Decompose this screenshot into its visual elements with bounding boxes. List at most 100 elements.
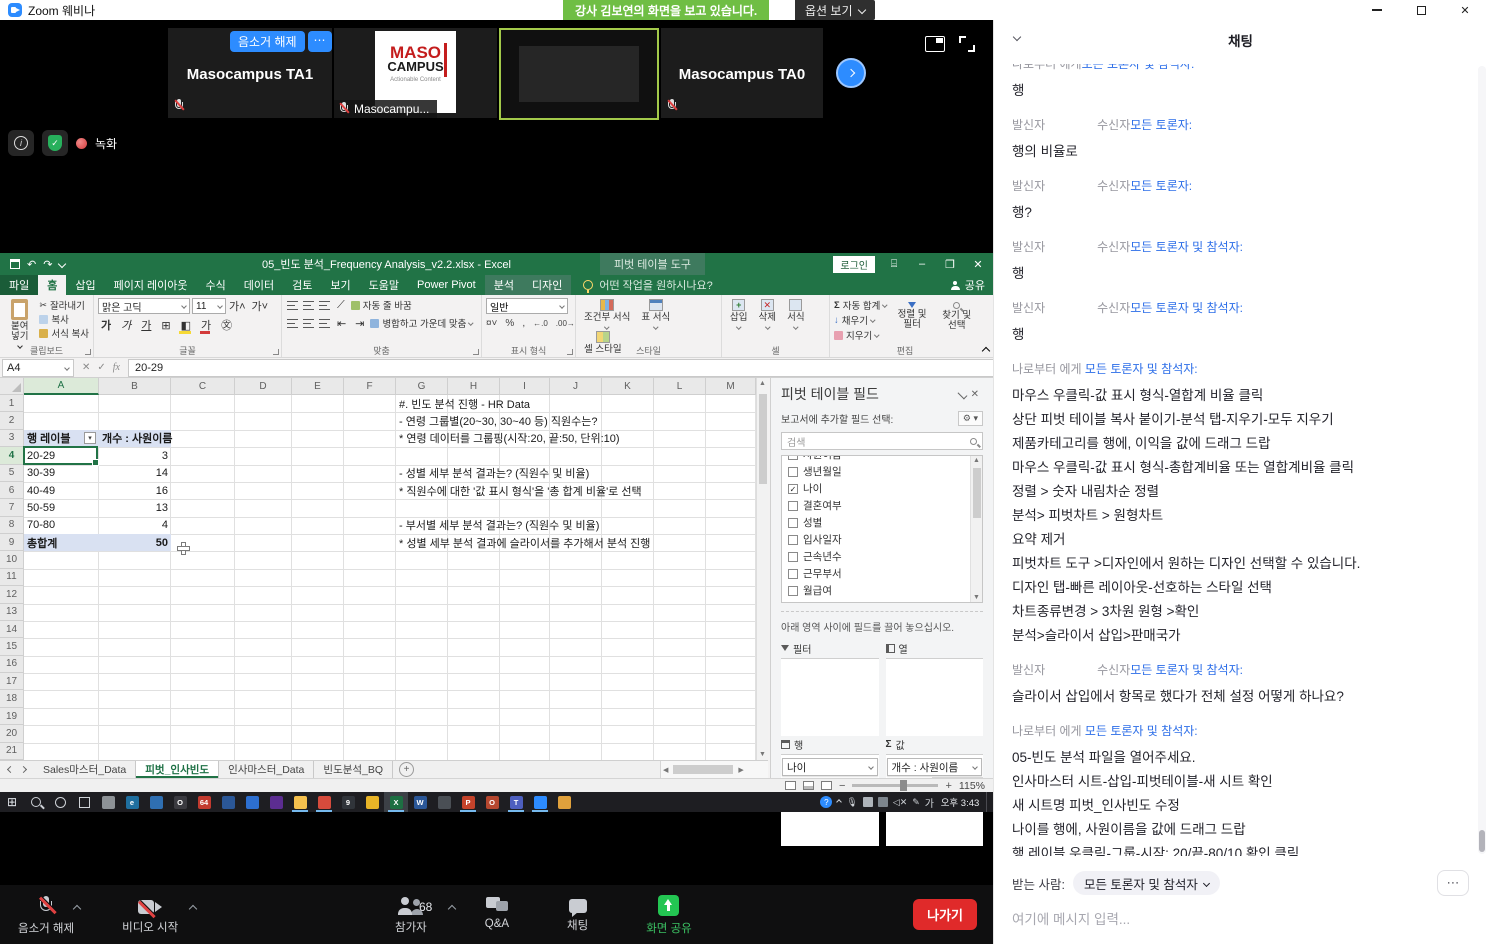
scrollbar-thumb[interactable] (759, 394, 767, 484)
dialog-launcher-icon[interactable] (273, 349, 279, 355)
increase-decimal-button[interactable]: ←.0 (533, 319, 548, 328)
tray-expand-icon[interactable] (837, 799, 843, 805)
tab-design[interactable]: 디자인 (523, 275, 571, 295)
undo-icon[interactable]: ↶ (27, 258, 36, 271)
taskbar-app-app-gray[interactable] (96, 792, 120, 812)
taskbar-app-app-blue-sq[interactable] (528, 792, 552, 812)
orientation-button[interactable]: ⟋ (334, 299, 348, 312)
pivot-row-label[interactable]: 30-39 (24, 465, 99, 482)
field-checkbox-결혼여부[interactable] (788, 501, 798, 511)
participants-chevron-icon[interactable] (448, 904, 456, 912)
field-checkbox-나이[interactable]: ✓ (788, 484, 798, 494)
dialog-launcher-icon[interactable] (567, 349, 573, 355)
tab-home[interactable]: 홈 (38, 275, 66, 295)
collapse-chat-icon[interactable] (1013, 33, 1021, 41)
field-checkbox-월급여[interactable] (788, 586, 798, 596)
tab-review[interactable]: 검토 (283, 275, 321, 295)
scroll-right-icon[interactable]: ▶ (736, 766, 745, 774)
qa-button[interactable]: Q&A (475, 894, 519, 930)
pivot-row-label[interactable]: 40-49 (24, 482, 99, 499)
page-break-view-icon[interactable] (821, 781, 832, 790)
taskbar-app-opera[interactable]: O (168, 792, 192, 812)
maximize-button[interactable] (1399, 0, 1443, 20)
align-center-icon[interactable] (303, 319, 314, 328)
grow-font-button[interactable]: 가˄ (226, 298, 249, 314)
font-color-button[interactable]: 가 (198, 317, 214, 333)
pivot-row-label[interactable]: 20-29 (24, 447, 99, 464)
comma-style-button[interactable]: , (522, 318, 525, 329)
field-search-input[interactable]: 검색 (781, 432, 983, 450)
column-header-I[interactable]: I (500, 378, 550, 395)
column-header-C[interactable]: C (171, 378, 235, 395)
align-bottom-icon[interactable] (319, 301, 330, 310)
show-desktop-button[interactable] (986, 792, 990, 812)
field-item-사원이름[interactable]: 사원이름 (784, 455, 980, 463)
bold-button[interactable]: 가 (98, 317, 114, 333)
rows-field-chip[interactable]: 나이 (782, 758, 878, 776)
delete-cells-button[interactable]: ✕삭제 (755, 298, 780, 330)
scroll-up-icon[interactable]: ▲ (759, 380, 766, 387)
next-sheet-icon[interactable] (20, 766, 27, 773)
tile-more-button[interactable]: ⋯ (308, 31, 332, 52)
row-header-10[interactable]: 10 (0, 551, 24, 568)
excel-minimize-button[interactable]: – (913, 258, 931, 270)
dialog-launcher-icon[interactable] (85, 349, 91, 355)
percent-style-button[interactable]: % (505, 318, 514, 329)
ribbon-display-icon[interactable]: ⌸ (885, 258, 903, 271)
fill-color-button[interactable]: ◧ (178, 319, 194, 332)
sign-in-button[interactable]: 로그인 (833, 256, 875, 273)
column-header-M[interactable]: M (706, 378, 756, 395)
row-header-13[interactable]: 13 (0, 604, 24, 621)
excel-close-button[interactable]: ✕ (969, 258, 987, 271)
taskbar-app-mail[interactable] (240, 792, 264, 812)
sheet-tab-Sales마스터_Data[interactable]: Sales마스터_Data (34, 761, 136, 778)
row-header-14[interactable]: 14 (0, 621, 24, 638)
insert-cells-button[interactable]: +삽입 (726, 298, 751, 330)
chat-input[interactable]: 여기에 메시지 입력... (1012, 908, 1469, 928)
mic-tray-icon[interactable]: 🎙 (846, 797, 857, 808)
normal-view-icon[interactable] (785, 781, 796, 790)
row-header-19[interactable]: 19 (0, 708, 24, 725)
taskbar-app-chrome[interactable] (552, 792, 576, 812)
next-participants-button[interactable] (836, 58, 866, 88)
format-as-table-button[interactable]: 표 서식 (637, 298, 674, 330)
tab-view[interactable]: 보기 (321, 275, 359, 295)
unmute-pill-button[interactable]: 음소거 해제 (230, 31, 305, 52)
increase-indent-icon[interactable]: ⇥ (352, 317, 367, 330)
column-header-K[interactable]: K (602, 378, 654, 395)
zoom-slider-thumb[interactable] (900, 780, 907, 791)
field-item-근속년수[interactable]: 근속년수 (784, 548, 980, 565)
tab-help[interactable]: 도움말 (360, 275, 408, 295)
field-checkbox-근속년수[interactable] (788, 552, 798, 562)
taskbar-app-browser-blue[interactable] (144, 792, 168, 812)
find-select-button[interactable]: 찾기 및 선택 (937, 298, 976, 342)
field-item-입사일자[interactable]: 입사일자 (784, 531, 980, 548)
pivot-total-value[interactable]: 50 (99, 534, 171, 551)
zoom-tray-icon[interactable]: ? (820, 796, 832, 808)
italic-button[interactable]: 가 (118, 317, 134, 333)
video-tile-ta1[interactable]: 음소거 해제 ⋯ Masocampus TA1 (168, 28, 332, 118)
tell-me-box[interactable]: 어떤 작업을 원하시나요? (571, 275, 712, 295)
meeting-info-button[interactable]: i (8, 130, 34, 156)
horizontal-scrollbar[interactable]: ◀ ▶ (660, 761, 768, 778)
taskbar-app-app-blue-tile[interactable] (216, 792, 240, 812)
scrollbar-thumb[interactable] (673, 765, 733, 774)
columns-area[interactable]: 열 (886, 640, 984, 736)
row-header-17[interactable]: 17 (0, 673, 24, 690)
video-tile-ta0[interactable]: Masocampus TA0 (661, 28, 823, 118)
align-left-icon[interactable] (287, 319, 298, 328)
align-top-icon[interactable] (287, 301, 298, 310)
tab-page-layout[interactable]: 페이지 레이아웃 (105, 275, 197, 295)
font-size-box[interactable]: 11 (192, 298, 226, 314)
row-header-16[interactable]: 16 (0, 656, 24, 673)
pane-options-chevron-icon[interactable] (957, 389, 967, 399)
row-header-2[interactable]: 2 (0, 412, 24, 429)
view-options-button[interactable]: 옵션 보기 (795, 0, 875, 20)
taskbar-search-button[interactable] (24, 792, 48, 812)
zoom-slider[interactable] (852, 784, 938, 787)
collapse-ribbon-icon[interactable] (982, 347, 990, 355)
chat-scrollbar-thumb[interactable] (1479, 830, 1485, 852)
security-button[interactable]: ✓ (42, 130, 68, 156)
start-video-button[interactable]: 비디오 시작 (112, 894, 188, 935)
row-header-12[interactable]: 12 (0, 586, 24, 603)
